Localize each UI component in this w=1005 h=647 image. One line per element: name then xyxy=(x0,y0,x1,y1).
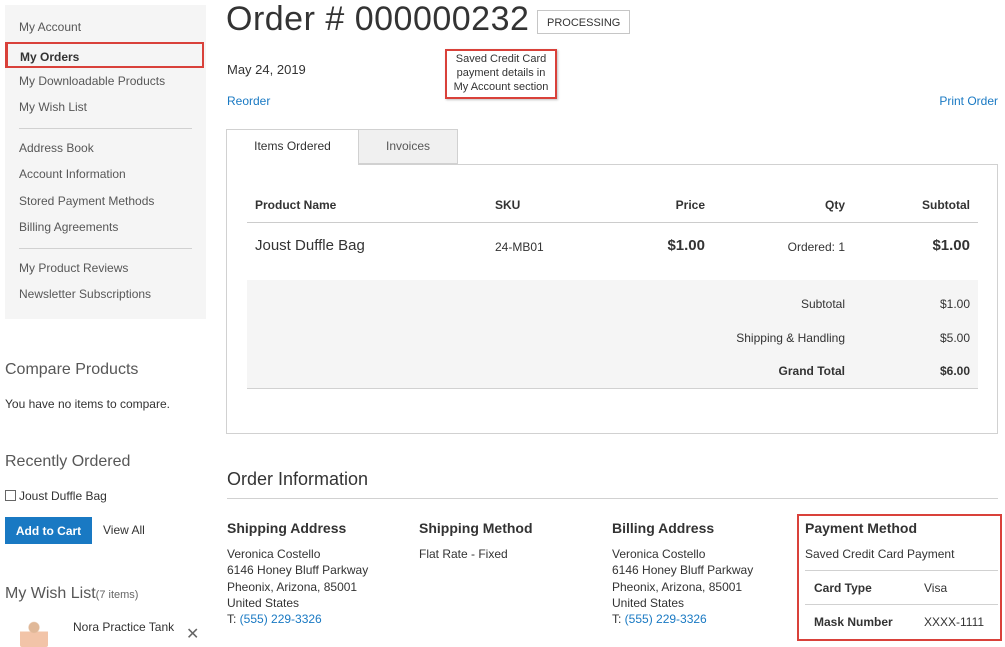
phone-link[interactable]: (555) 229-3326 xyxy=(240,612,322,626)
item-sku: 24-MB01 xyxy=(495,240,544,254)
address-street: 6146 Honey Bluff Parkway xyxy=(612,563,754,578)
payment-divider xyxy=(805,570,998,571)
sidebar-item-address-book[interactable]: Address Book xyxy=(5,135,206,162)
address-phone: T: (555) 229-3326 xyxy=(612,611,753,627)
recently-ordered-checkbox[interactable] xyxy=(5,490,16,501)
callout-line: payment details in xyxy=(456,67,546,79)
sidebar-item-my-orders[interactable]: My Orders xyxy=(5,41,204,68)
phone-prefix: T: xyxy=(612,612,625,627)
payment-method-value: Saved Credit Card Payment xyxy=(805,547,955,561)
column-header-sku: SKU xyxy=(495,198,521,212)
reorder-link[interactable]: Reorder xyxy=(227,94,270,108)
wishlist-title: My Wish List(7 items) xyxy=(5,585,138,603)
sidebar-item-newsletter-subscriptions[interactable]: Newsletter Subscriptions xyxy=(5,281,206,308)
item-product-name: Joust Duffle Bag xyxy=(255,237,365,254)
item-price: $1.00 xyxy=(667,237,705,254)
tab-invoices[interactable]: Invoices xyxy=(358,129,458,164)
recently-ordered-title: Recently Ordered xyxy=(5,453,131,470)
address-name: Veronica Costello xyxy=(227,547,321,561)
mask-number-value: XXXX-1111 xyxy=(924,615,985,629)
item-qty: Ordered: 1 xyxy=(787,240,845,254)
callout-line: Saved Credit Card xyxy=(455,53,547,65)
address-name: Veronica Costello xyxy=(612,547,706,561)
wishlist-title-text: My Wish List xyxy=(5,585,96,602)
order-totals xyxy=(247,280,978,389)
sidebar-item-stored-payment-methods[interactable]: Stored Payment Methods xyxy=(5,188,206,215)
phone-link[interactable]: (555) 229-3326 xyxy=(625,612,707,626)
shipping-address: Veronica Costello 6146 Honey Bluff Parkw… xyxy=(227,546,368,627)
recently-ordered-item: Joust Duffle Bag xyxy=(5,489,107,503)
card-type-value: Visa xyxy=(924,581,948,595)
callout-line: My Account section xyxy=(453,81,549,93)
address-country: United States xyxy=(612,595,685,610)
totals-subtotal-label: Subtotal xyxy=(800,297,845,311)
sidebar-item-wish-list[interactable]: My Wish List xyxy=(5,94,206,121)
billing-address-title: Billing Address xyxy=(612,520,715,536)
payment-divider xyxy=(805,604,998,605)
mask-number-label: Mask Number xyxy=(814,615,893,629)
totals-subtotal-value: $1.00 xyxy=(939,297,970,311)
payment-method-title: Payment Method xyxy=(805,520,918,536)
column-header-qty: Qty xyxy=(824,198,845,212)
totals-grand-total-label: Grand Total xyxy=(778,364,845,378)
address-city: Pheonix, Arizona, 85001 xyxy=(227,579,358,594)
shipping-method-value: Flat Rate - Fixed xyxy=(419,547,508,561)
totals-shipping-label: Shipping & Handling xyxy=(736,331,845,345)
remove-item-close-icon[interactable]: ✕ xyxy=(186,624,199,644)
view-all-link[interactable]: View All xyxy=(103,523,145,537)
nav-divider xyxy=(19,247,192,249)
address-country: United States xyxy=(227,595,300,610)
wishlist-item-thumbnail[interactable] xyxy=(20,619,48,647)
print-order-link[interactable]: Print Order xyxy=(939,94,998,108)
account-navigation: My Account My Orders My Downloadable Pro… xyxy=(5,5,206,319)
order-date: May 24, 2019 xyxy=(227,62,306,77)
sidebar-item-account-information[interactable]: Account Information xyxy=(5,161,206,188)
card-type-label: Card Type xyxy=(814,581,872,595)
sidebar-item-downloadable-products[interactable]: My Downloadable Products xyxy=(5,68,206,95)
recently-ordered-item-name: Joust Duffle Bag xyxy=(19,489,107,503)
table-divider xyxy=(247,222,978,223)
column-header-product: Product Name xyxy=(255,198,337,212)
item-subtotal: $1.00 xyxy=(932,237,970,254)
totals-grand-total-value: $6.00 xyxy=(939,364,970,378)
annotation-callout: Saved Credit Card payment details in My … xyxy=(445,49,557,99)
sidebar-item-billing-agreements[interactable]: Billing Agreements xyxy=(5,214,206,241)
wishlist-count: (7 items) xyxy=(95,589,139,601)
shipping-method-title: Shipping Method xyxy=(419,520,533,536)
sidebar-item-my-account[interactable]: My Account xyxy=(5,14,206,41)
address-city: Pheonix, Arizona, 85001 xyxy=(612,579,743,594)
address-phone: T: (555) 229-3326 xyxy=(227,611,368,627)
compare-empty-text: You have no items to compare. xyxy=(5,397,170,411)
section-divider xyxy=(227,498,998,499)
tab-items-ordered[interactable]: Items Ordered xyxy=(226,129,359,165)
totals-shipping-value: $5.00 xyxy=(939,331,970,345)
compare-products-title: Compare Products xyxy=(5,361,139,378)
column-header-price: Price xyxy=(675,198,705,212)
order-information-title: Order Information xyxy=(227,469,369,489)
shipping-address-title: Shipping Address xyxy=(227,520,347,536)
billing-address: Veronica Costello 6146 Honey Bluff Parkw… xyxy=(612,546,753,627)
order-status-badge: PROCESSING xyxy=(537,10,631,34)
wishlist-item-name[interactable]: Nora Practice Tank xyxy=(73,620,174,634)
add-to-cart-button[interactable]: Add to Cart xyxy=(5,517,92,544)
nav-divider xyxy=(19,127,192,129)
address-street: 6146 Honey Bluff Parkway xyxy=(227,563,369,578)
column-header-subtotal: Subtotal xyxy=(922,198,970,212)
page-title: Order # 000000232 xyxy=(226,0,530,38)
sidebar-item-product-reviews[interactable]: My Product Reviews xyxy=(5,255,206,282)
phone-prefix: T: xyxy=(227,612,240,627)
